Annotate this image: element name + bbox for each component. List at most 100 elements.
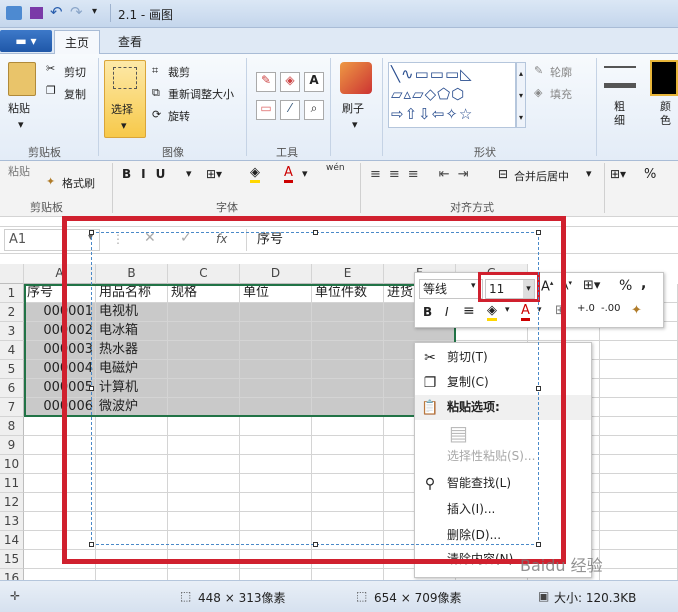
save-icon[interactable] [30, 7, 43, 19]
resize-handle[interactable] [536, 386, 541, 391]
shapes-gallery[interactable]: ╲∿▭▭▭◺ ▱▵▱◇⬠⬡ ⇨⇧⇩⇦✧☆ [388, 62, 516, 128]
percent-style-button[interactable]: % [619, 278, 632, 294]
row-header[interactable]: 13 [0, 512, 24, 531]
table-cell[interactable] [600, 341, 678, 360]
resize-handle[interactable] [536, 230, 541, 235]
row-header[interactable]: 4 [0, 341, 24, 360]
table-cell[interactable] [600, 455, 678, 474]
row-header[interactable]: 9 [0, 436, 24, 455]
qat-dropdown-icon[interactable]: ▾ [92, 6, 97, 17]
outline-button[interactable]: 轮廓 [550, 64, 572, 80]
row-header[interactable]: 5 [0, 360, 24, 379]
undo-icon[interactable]: ↶ [50, 3, 63, 21]
phonetic-icon: wén [326, 163, 345, 173]
table-cell[interactable] [600, 360, 678, 379]
table-cell[interactable] [600, 436, 678, 455]
row-header[interactable]: 12 [0, 493, 24, 512]
row-header[interactable]: 2 [0, 303, 24, 322]
watermark: Baidu 经验 [520, 556, 603, 575]
selection-rectangle[interactable] [89, 230, 541, 547]
color1-button[interactable]: 颜 色 [660, 100, 671, 128]
resize-handle[interactable] [89, 542, 94, 547]
cut-button[interactable]: 剪切 [64, 64, 86, 80]
rotate-button[interactable]: 旋转 [168, 108, 190, 124]
copy-button[interactable]: 复制 [64, 86, 86, 102]
select-dropdown-icon: ▾ [121, 119, 127, 132]
border-icon: ⊞▾ [206, 167, 223, 181]
row-header[interactable]: 15 [0, 550, 24, 569]
excel-clipboard-label: 剪贴板 [30, 201, 63, 214]
brush-icon[interactable] [340, 62, 372, 94]
file-size: 大小: 120.3KB [554, 591, 637, 605]
divider [110, 4, 111, 22]
merge-dropdown-icon: ▾ [586, 167, 592, 180]
table-cell[interactable] [600, 531, 678, 550]
resize-handle[interactable] [313, 542, 318, 547]
row-header[interactable]: 6 [0, 379, 24, 398]
increase-decimal-icon[interactable]: +.0 [577, 303, 595, 314]
number-format-icon[interactable]: ⊞▾ [583, 278, 600, 293]
divider [360, 163, 361, 213]
row-header[interactable]: 8 [0, 417, 24, 436]
brushes-button[interactable]: 刷子 [342, 100, 364, 116]
pencil-icon[interactable]: ✎ [256, 72, 276, 92]
redo-icon[interactable]: ↷ [70, 3, 83, 21]
image-group-label: 图像 [162, 146, 184, 159]
format-painter-icon[interactable]: ✦ [631, 303, 642, 318]
row-header[interactable]: 14 [0, 531, 24, 550]
ribbon-tabs: ▬ ▾ 主页 查看 [0, 28, 678, 54]
divider [382, 58, 383, 156]
tab-view[interactable]: 查看 [108, 30, 152, 54]
decrease-decimal-icon[interactable]: -.00 [601, 303, 621, 314]
paste-button[interactable]: 粘贴 [8, 100, 30, 116]
shapes-scroll-icon[interactable]: ▴ ▾ ▾ [516, 62, 526, 128]
row-header[interactable]: 1 [0, 284, 24, 303]
table-cell[interactable] [600, 493, 678, 512]
row-header[interactable]: 10 [0, 455, 24, 474]
resize-handle[interactable] [536, 542, 541, 547]
comma-style-button[interactable]: , [641, 276, 646, 292]
status-bar: ✛ ⬚ 448 × 313像素 ⬚ 654 × 709像素 ▣ 大小: 120.… [0, 580, 678, 612]
text-tool-icon[interactable]: A [304, 72, 324, 92]
magnifier-icon[interactable]: ⌕ [304, 100, 324, 120]
brushes-dropdown-icon[interactable]: ▾ [352, 118, 358, 131]
resize-handle[interactable] [89, 230, 94, 235]
tab-home[interactable]: 主页 [54, 30, 101, 54]
number-format-icon: ⊞▾ [610, 167, 627, 181]
table-cell[interactable] [600, 417, 678, 436]
font-color-icon: A [284, 165, 293, 183]
fill-bucket-icon[interactable]: ◈ [280, 72, 300, 92]
crop-button[interactable]: 裁剪 [168, 64, 190, 80]
fill-button[interactable]: 填充 [550, 86, 572, 102]
table-cell[interactable] [600, 474, 678, 493]
select-button[interactable]: 选择 ▾ [104, 60, 146, 138]
table-cell[interactable] [600, 512, 678, 531]
row-header[interactable]: 3 [0, 322, 24, 341]
table-cell[interactable] [600, 398, 678, 417]
selection-size-icon: ⬚ [180, 589, 192, 603]
paste-dropdown-icon[interactable]: ▾ [18, 118, 24, 131]
select-all-corner[interactable] [0, 264, 24, 284]
file-menu-button[interactable]: ▬ ▾ [0, 30, 52, 52]
fill-icon: ◈ [534, 86, 543, 99]
color1-swatch[interactable] [650, 60, 678, 96]
eraser-icon[interactable]: ▭ [256, 100, 276, 120]
table-cell[interactable] [600, 379, 678, 398]
cursor-position-icon: ✛ [10, 589, 21, 603]
size-icon[interactable] [604, 66, 636, 88]
color-picker-icon[interactable]: ⁄ [280, 100, 300, 120]
resize-icon: ⧉ [152, 86, 160, 99]
row-header[interactable]: 11 [0, 474, 24, 493]
paint-app-icon[interactable] [6, 6, 22, 20]
resize-handle[interactable] [89, 386, 94, 391]
row-header[interactable]: 7 [0, 398, 24, 417]
paste-icon[interactable] [8, 62, 36, 96]
divider [596, 58, 597, 156]
table-cell[interactable] [600, 550, 678, 569]
resize-button[interactable]: 重新调整大小 [168, 86, 234, 102]
resize-handle[interactable] [313, 230, 318, 235]
divider [330, 58, 331, 156]
size-button[interactable]: 粗 细 [614, 100, 625, 128]
merge-center-button: 合并后居中 [514, 170, 569, 183]
outline-icon: ✎ [534, 64, 544, 77]
